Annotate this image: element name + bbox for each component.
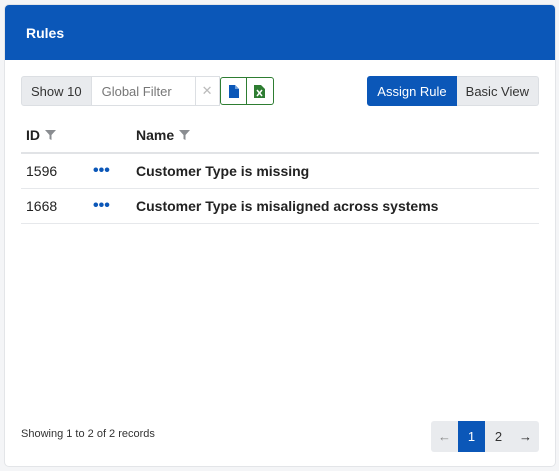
- page-size-select[interactable]: Show 10: [21, 76, 92, 106]
- more-actions-icon[interactable]: •••: [88, 198, 110, 214]
- excel-icon: [254, 84, 266, 98]
- export-file-button[interactable]: [219, 77, 247, 105]
- clear-filter-button[interactable]: ✕: [195, 76, 220, 106]
- table-toolbar: Show 10 ✕ Assign Rule Basic View: [21, 76, 539, 106]
- page-button-2[interactable]: 2: [485, 421, 512, 452]
- panel-title: Rules: [26, 24, 65, 41]
- page-button-1[interactable]: 1: [458, 421, 485, 452]
- column-label-id: ID: [26, 127, 40, 143]
- next-page-button[interactable]: →: [512, 421, 539, 452]
- prev-page-button[interactable]: ←: [431, 421, 458, 452]
- more-actions-icon[interactable]: •••: [88, 163, 110, 179]
- arrow-left-icon: ←: [438, 429, 451, 444]
- panel-header: Rules: [5, 5, 555, 60]
- table-row[interactable]: 1668 ••• Customer Type is misaligned acr…: [21, 189, 539, 224]
- column-label-name: Name: [136, 127, 175, 143]
- file-icon: [228, 84, 239, 98]
- close-icon: ✕: [201, 83, 213, 98]
- filter-icon[interactable]: [179, 130, 191, 140]
- export-excel-button[interactable]: [246, 77, 274, 105]
- row-id: 1596: [26, 163, 58, 179]
- column-header-name[interactable]: Name: [136, 127, 539, 143]
- table-header: ID Name: [21, 118, 539, 154]
- records-summary: Showing 1 to 2 of 2 records: [21, 428, 155, 440]
- pagination: ← 1 2 →: [431, 421, 539, 452]
- arrow-right-icon: →: [519, 429, 532, 444]
- assign-rule-button[interactable]: Assign Rule: [367, 76, 457, 106]
- global-filter-input[interactable]: [99, 82, 200, 100]
- rules-table: ID Name 1596 ••• Customer Type is missin…: [21, 118, 539, 224]
- global-filter-field[interactable]: [91, 76, 200, 106]
- row-name: Customer Type is misaligned across syste…: [136, 198, 439, 214]
- row-name: Customer Type is missing: [136, 163, 310, 179]
- row-id: 1668: [26, 198, 58, 214]
- basic-view-button[interactable]: Basic View: [456, 76, 539, 106]
- filter-icon[interactable]: [45, 130, 56, 140]
- table-row[interactable]: 1596 ••• Customer Type is missing: [21, 154, 539, 189]
- column-header-id[interactable]: ID: [21, 127, 88, 143]
- rules-panel: Rules Show 10 ✕ Assign Rule Basic View: [5, 5, 555, 466]
